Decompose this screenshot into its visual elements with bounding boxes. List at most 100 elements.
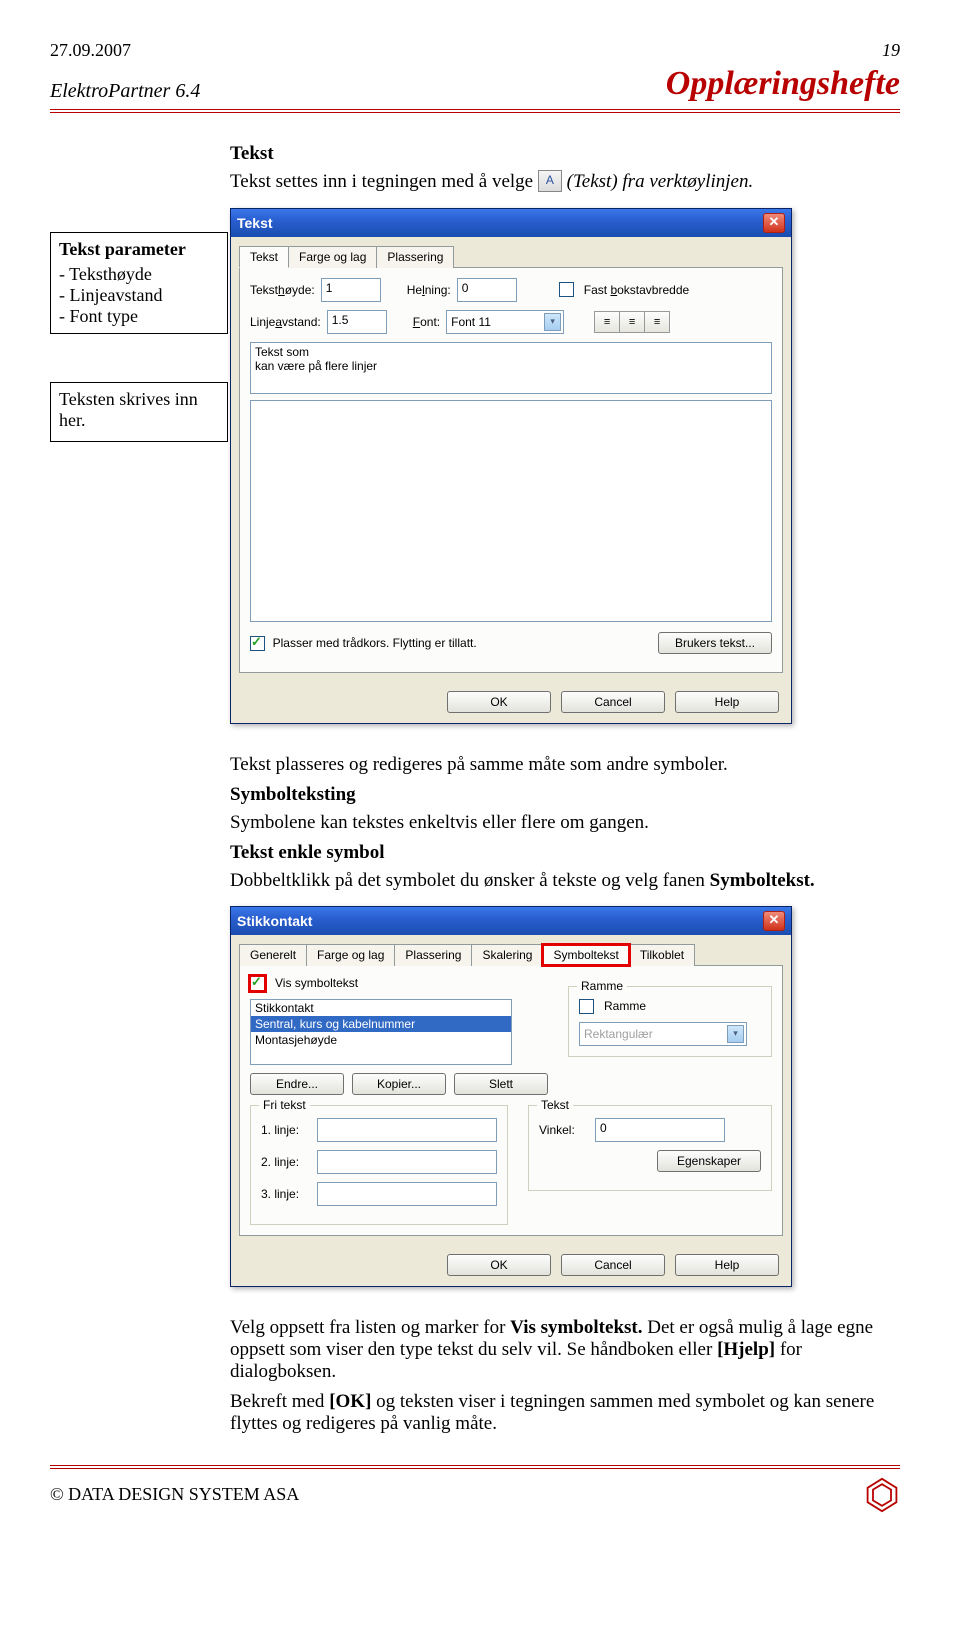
- label-helning: Helning:: [407, 283, 451, 297]
- sidebox1-item-font: Font type: [59, 306, 219, 327]
- heading-symbolteksting: Symbolteksting: [230, 784, 900, 806]
- input-teksthoyde[interactable]: 1: [321, 278, 381, 302]
- tab-plassering-2[interactable]: Plassering: [394, 944, 472, 966]
- align-right-icon[interactable]: ≡: [645, 312, 669, 332]
- list-item[interactable]: Montasjehøyde: [251, 1032, 511, 1048]
- dialog2-title: Stikkontakt: [237, 913, 312, 929]
- checkbox-ramme[interactable]: [579, 999, 594, 1014]
- end-p1a: Velg oppsett fra listen og marker for: [230, 1317, 505, 1338]
- button-help[interactable]: Help: [675, 691, 779, 713]
- intro-line-a: Tekst settes inn i tegningen med å velge: [230, 171, 533, 192]
- close-icon[interactable]: ✕: [763, 213, 785, 233]
- sidebox-write-here: Teksten skrives inn her.: [50, 382, 228, 442]
- dropdown-font[interactable]: Font 11 ▾: [446, 310, 564, 334]
- intro-paragraph: Tekst settes inn i tegningen med å velge…: [230, 171, 900, 194]
- sidebox2-text: Teksten skrives inn her.: [59, 389, 219, 431]
- page-date: 27.09.2007: [50, 40, 131, 61]
- list-item[interactable]: Stikkontakt: [251, 1000, 511, 1016]
- button-slett[interactable]: Slett: [454, 1073, 548, 1095]
- tab-tilkoblet[interactable]: Tilkoblet: [629, 944, 695, 966]
- end-p2c: og teksten viser i tegningen sammen med …: [230, 1391, 874, 1434]
- company-logo-icon: [864, 1477, 900, 1513]
- label-font: Font:: [413, 315, 440, 329]
- input-linje-3[interactable]: [317, 1182, 497, 1206]
- end-p2a: Bekreft med: [230, 1391, 324, 1412]
- para-bekreft: Bekreft med [OK] og teksten viser i tegn…: [230, 1391, 900, 1435]
- tab-farge-og-lag[interactable]: Farge og lag: [288, 246, 377, 268]
- button-brukers-tekst[interactable]: Brukers tekst...: [658, 632, 772, 654]
- para-dobbeltklikk: Dobbeltklikk på det symbolet du ønsker å…: [230, 870, 900, 892]
- chevron-down-icon: ▾: [544, 313, 561, 331]
- button-ok[interactable]: OK: [447, 691, 551, 713]
- text-tool-icon: A: [538, 170, 562, 192]
- label-vinkel: Vinkel:: [539, 1123, 589, 1137]
- section-heading-tekst: Tekst: [230, 143, 900, 165]
- button-cancel-2[interactable]: Cancel: [561, 1254, 665, 1276]
- input-helning[interactable]: 0: [457, 278, 517, 302]
- list-item[interactable]: Sentral, kurs og kabelnummer: [251, 1016, 511, 1032]
- label-linjeavstand: Linjeavstand:: [250, 315, 321, 329]
- sidebox1-item-height: Teksthøyde: [59, 264, 219, 285]
- input-linje-1[interactable]: [317, 1118, 497, 1142]
- tab-generelt[interactable]: Generelt: [239, 944, 307, 966]
- end-p2b: [OK]: [329, 1391, 371, 1412]
- para-plasseres: Tekst plasseres og redigeres på samme må…: [230, 754, 900, 776]
- align-left-icon[interactable]: ≡: [595, 312, 620, 332]
- close-icon[interactable]: ✕: [763, 911, 785, 931]
- checkbox-plasser-tradkors[interactable]: [250, 636, 265, 651]
- listbox-oppsett[interactable]: Stikkontakt Sentral, kurs og kabelnummer…: [250, 999, 512, 1065]
- input-linje-2[interactable]: [317, 1150, 497, 1174]
- end-p1d: [Hjelp]: [717, 1339, 775, 1360]
- footer-copyright: © DATA DESIGN SYSTEM ASA: [50, 1484, 299, 1505]
- group-tekst: Tekst Vinkel: 0 Egenskaper: [528, 1105, 772, 1191]
- tab-symboltekst[interactable]: Symboltekst: [542, 944, 629, 966]
- label-linje-1: 1. linje:: [261, 1123, 311, 1137]
- para-symbolene: Symbolene kan tekstes enkeltvis eller fl…: [230, 812, 900, 834]
- legend-ramme: Ramme: [577, 979, 627, 993]
- para-dobbeltklikk-b: Symboltekst.: [710, 870, 815, 891]
- dropdown-font-value: Font 11: [451, 315, 491, 329]
- page-number: 19: [882, 40, 900, 61]
- button-cancel[interactable]: Cancel: [561, 691, 665, 713]
- sidebox-parameters: Tekst parameter Teksthøyde Linjeavstand …: [50, 232, 228, 334]
- para-dobbeltklikk-a: Dobbeltklikk på det symbolet du ønsker å…: [230, 870, 705, 891]
- checkbox-vis-symboltekst[interactable]: [250, 976, 265, 991]
- textarea-main[interactable]: [250, 400, 772, 622]
- group-ramme: Ramme Ramme Rektangulær ▾: [568, 986, 772, 1057]
- sidebox1-item-linespace: Linjeavstand: [59, 285, 219, 306]
- dropdown-ramme-value: Rektangulær: [584, 1027, 653, 1041]
- label-plasser-tradkors: Plasser med trådkors. Flytting er tillat…: [273, 636, 477, 650]
- label-teksthoyde: Teksthøyde:: [250, 283, 315, 297]
- legend-fri-tekst: Fri tekst: [259, 1098, 310, 1112]
- align-toggle[interactable]: ≡ ≡ ≡: [594, 311, 670, 333]
- dropdown-ramme-shape: Rektangulær ▾: [579, 1022, 747, 1046]
- tab-plassering[interactable]: Plassering: [376, 246, 454, 268]
- tab-farge-og-lag-2[interactable]: Farge og lag: [306, 944, 395, 966]
- label-vis-symboltekst: Vis symboltekst: [275, 976, 358, 990]
- dialog-stikkontakt: Stikkontakt ✕ Generelt Farge og lag Plas…: [230, 906, 792, 1287]
- button-ok-2[interactable]: OK: [447, 1254, 551, 1276]
- button-egenskaper[interactable]: Egenskaper: [657, 1150, 761, 1172]
- intro-line-b: (Tekst) fra verktøylinjen.: [567, 171, 754, 192]
- input-linjeavstand[interactable]: 1.5: [327, 310, 387, 334]
- dialog-tekst: Tekst ✕ Tekst Farge og lag Plassering Te…: [230, 208, 792, 724]
- label-linje-2: 2. linje:: [261, 1155, 311, 1169]
- tab-tekst[interactable]: Tekst: [239, 246, 289, 268]
- legend-tekst: Tekst: [537, 1098, 573, 1112]
- input-vinkel[interactable]: 0: [595, 1118, 725, 1142]
- button-kopier[interactable]: Kopier...: [352, 1073, 446, 1095]
- sidebox1-title: Tekst parameter: [59, 239, 186, 259]
- button-help-2[interactable]: Help: [675, 1254, 779, 1276]
- chevron-down-icon: ▾: [727, 1025, 744, 1043]
- para-velg-oppsett: Velg oppsett fra listen og marker for Vi…: [230, 1317, 900, 1383]
- group-fri-tekst: Fri tekst 1. linje: 2. linje: 3. linje:: [250, 1105, 508, 1225]
- label-fast-bokstavbredde: Fast bokstavbredde: [584, 283, 689, 297]
- label-ramme: Ramme: [604, 999, 646, 1013]
- align-center-icon[interactable]: ≡: [620, 312, 645, 332]
- button-endre[interactable]: Endre...: [250, 1073, 344, 1095]
- dialog1-title: Tekst: [237, 215, 273, 231]
- textarea-sample[interactable]: Tekst som kan være på flere linjer: [250, 342, 772, 394]
- tab-skalering[interactable]: Skalering: [471, 944, 543, 966]
- checkbox-fast-bokstavbredde[interactable]: [559, 282, 574, 297]
- product-name: ElektroPartner 6.4: [50, 80, 200, 103]
